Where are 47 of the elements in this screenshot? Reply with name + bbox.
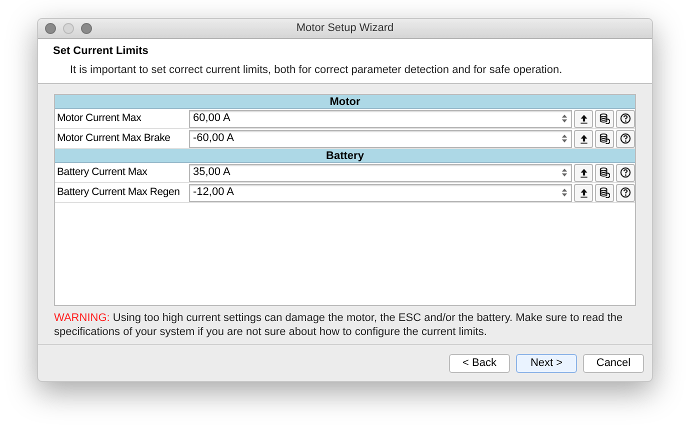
upload-button[interactable] <box>574 110 593 128</box>
database-icon <box>599 113 610 124</box>
database-icon <box>599 167 610 178</box>
parameter-label: Battery Current Max Regen <box>56 184 181 200</box>
zoom-button[interactable] <box>81 23 92 34</box>
wizard-button[interactable]: Cancel <box>583 354 644 372</box>
value-spinbox[interactable]: 60,00 A <box>189 110 572 128</box>
help-button[interactable] <box>616 164 635 182</box>
section-header: Battery <box>326 150 364 162</box>
spinner-arrows-icon[interactable] <box>561 133 568 144</box>
page-title: Set Current Limits <box>53 44 148 59</box>
upload-button[interactable] <box>574 130 593 148</box>
upload-button[interactable] <box>574 184 593 202</box>
upload-icon <box>578 114 588 124</box>
value-spinbox[interactable]: 35,00 A <box>189 164 572 182</box>
window-title: Motor Setup Wizard <box>296 21 394 36</box>
section-header: Motor <box>330 96 360 108</box>
spinner-arrows-icon[interactable] <box>561 113 568 124</box>
parameter-label: Battery Current Max <box>56 164 148 180</box>
spinner-arrows-icon[interactable] <box>561 167 568 178</box>
database-button[interactable] <box>595 130 614 148</box>
database-button[interactable] <box>595 184 614 202</box>
help-icon <box>620 133 631 144</box>
value-spinbox[interactable]: -60,00 A <box>189 130 572 148</box>
help-icon <box>620 113 631 124</box>
database-icon <box>599 133 610 144</box>
spinner-arrows-icon[interactable] <box>561 187 568 198</box>
parameter-label: Motor Current Max Brake <box>56 130 172 146</box>
parameter-label: Motor Current Max <box>56 110 142 126</box>
upload-icon <box>578 134 588 144</box>
database-button[interactable] <box>595 164 614 182</box>
value-spinbox[interactable]: -12,00 A <box>189 184 572 202</box>
help-button[interactable] <box>616 130 635 148</box>
help-icon <box>620 187 631 198</box>
close-button[interactable] <box>45 23 56 34</box>
help-button[interactable] <box>616 110 635 128</box>
help-button[interactable] <box>616 184 635 202</box>
warning-text: WARNING: Using too high current settings can damage the motor, the ESC and/or the battery. Make sure to read the specifications of your system if you are not sure about how to configure the current limits. <box>54 311 624 339</box>
page-subtitle: It is important to set correct current limits, both for correct parameter detection and for safe operation. <box>69 62 562 78</box>
database-icon <box>599 187 610 198</box>
upload-icon <box>578 188 588 198</box>
upload-button[interactable] <box>574 164 593 182</box>
upload-icon <box>578 168 588 178</box>
wizard-button[interactable]: Next > <box>516 354 577 372</box>
help-icon <box>620 167 631 178</box>
database-button[interactable] <box>595 110 614 128</box>
wizard-button[interactable]: < Back <box>449 354 510 372</box>
